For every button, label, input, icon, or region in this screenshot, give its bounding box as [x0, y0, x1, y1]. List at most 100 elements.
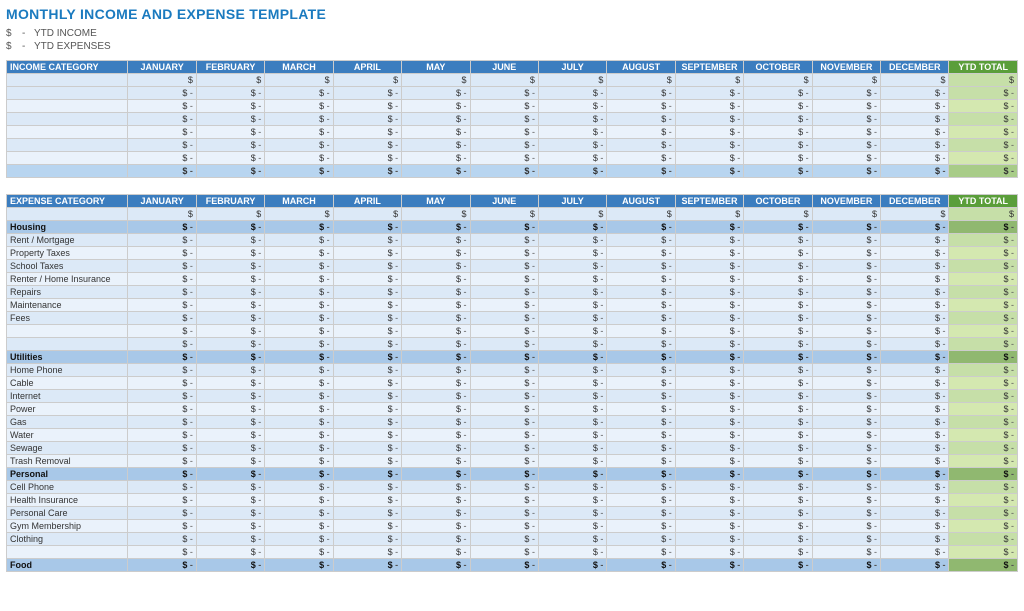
income-cell[interactable]: $ -: [196, 126, 264, 139]
income-cell[interactable]: $ -: [744, 100, 812, 113]
expense-cell[interactable]: $ -: [265, 390, 333, 403]
expense-cell[interactable]: $ -: [128, 299, 196, 312]
income-cell[interactable]: $ -: [812, 126, 880, 139]
expense-cell[interactable]: $ -: [744, 507, 812, 520]
expense-cell[interactable]: $ -: [675, 260, 743, 273]
expense-cell[interactable]: $ -: [402, 234, 470, 247]
expense-cell[interactable]: $ -: [744, 520, 812, 533]
expense-cell[interactable]: $ -: [607, 429, 675, 442]
expense-cell[interactable]: $ -: [333, 273, 401, 286]
income-ytd-cell[interactable]: $ -: [949, 139, 1018, 152]
expense-cell[interactable]: $ -: [881, 377, 949, 390]
expense-cell[interactable]: $ -: [675, 312, 743, 325]
expense-cell[interactable]: $ -: [402, 377, 470, 390]
expense-cell[interactable]: $ -: [538, 546, 606, 559]
income-cell[interactable]: $ -: [333, 126, 401, 139]
expense-cell[interactable]: $ -: [402, 286, 470, 299]
income-cell[interactable]: $ -: [538, 113, 606, 126]
expense-cell[interactable]: $ -: [265, 507, 333, 520]
expense-cell[interactable]: $ -: [333, 403, 401, 416]
expense-cell[interactable]: $ -: [402, 546, 470, 559]
expense-cell[interactable]: $ -: [881, 325, 949, 338]
income-cat-cell[interactable]: [7, 100, 128, 113]
expense-cell[interactable]: $ -: [607, 403, 675, 416]
expense-cell[interactable]: $ -: [333, 364, 401, 377]
income-cell[interactable]: $ -: [196, 152, 264, 165]
expense-cell[interactable]: $ -: [265, 273, 333, 286]
expense-cell[interactable]: $ -: [744, 247, 812, 260]
expense-cell[interactable]: $ -: [470, 299, 538, 312]
gym-membership-label[interactable]: Gym Membership: [7, 520, 128, 533]
expense-cell[interactable]: $ -: [675, 234, 743, 247]
expense-cell[interactable]: $ -: [128, 533, 196, 546]
expense-cell[interactable]: $ -: [402, 442, 470, 455]
income-cell[interactable]: $: [402, 74, 470, 87]
expense-cell[interactable]: $ -: [744, 338, 812, 351]
expense-cell[interactable]: $: [812, 208, 880, 221]
expense-cell[interactable]: $ -: [812, 507, 880, 520]
income-cell[interactable]: $ -: [196, 87, 264, 100]
expense-cell[interactable]: $ -: [607, 494, 675, 507]
expense-cell[interactable]: $ -: [744, 325, 812, 338]
expense-cell[interactable]: $ -: [607, 338, 675, 351]
expense-cell[interactable]: $ -: [128, 455, 196, 468]
expense-cell[interactable]: $ -: [538, 325, 606, 338]
expense-cell[interactable]: $ -: [607, 312, 675, 325]
income-cell[interactable]: $: [881, 74, 949, 87]
expense-cell[interactable]: $ -: [402, 403, 470, 416]
expense-cell[interactable]: $ -: [812, 234, 880, 247]
expense-cell[interactable]: $ -: [402, 312, 470, 325]
expense-cell[interactable]: $ -: [607, 299, 675, 312]
expense-cell[interactable]: $ -: [538, 364, 606, 377]
expense-cell[interactable]: $ -: [744, 455, 812, 468]
expense-cell[interactable]: $ -: [881, 299, 949, 312]
expense-cell[interactable]: $ -: [402, 416, 470, 429]
expense-cell[interactable]: $ -: [812, 416, 880, 429]
expense-cell[interactable]: $ -: [333, 312, 401, 325]
expense-cell[interactable]: $ -: [402, 533, 470, 546]
income-cell[interactable]: $: [538, 74, 606, 87]
expense-cell[interactable]: $: [881, 208, 949, 221]
expense-cell[interactable]: $ -: [744, 286, 812, 299]
expense-cell[interactable]: $ -: [538, 312, 606, 325]
expense-cell[interactable]: $ -: [470, 416, 538, 429]
expense-cell[interactable]: $ -: [675, 429, 743, 442]
expense-cell[interactable]: $ -: [538, 533, 606, 546]
power-label[interactable]: Power: [7, 403, 128, 416]
income-ytd-cell[interactable]: $ -: [949, 113, 1018, 126]
expense-cell[interactable]: $ -: [607, 507, 675, 520]
income-cell[interactable]: $ -: [744, 152, 812, 165]
expense-cell[interactable]: $ -: [812, 481, 880, 494]
expense-cell[interactable]: $ -: [538, 286, 606, 299]
expense-cell[interactable]: $ -: [812, 442, 880, 455]
expense-cell[interactable]: $ -: [196, 429, 264, 442]
expense-cell[interactable]: $ -: [607, 520, 675, 533]
income-ytd-cell[interactable]: $ -: [949, 126, 1018, 139]
expense-cell[interactable]: $ -: [128, 481, 196, 494]
expense-cell[interactable]: $ -: [128, 338, 196, 351]
expense-cell[interactable]: $ -: [196, 416, 264, 429]
expense-cell[interactable]: $: [470, 208, 538, 221]
expense-cell[interactable]: $ -: [470, 481, 538, 494]
expense-cell[interactable]: $ -: [265, 377, 333, 390]
expense-ytd-cell[interactable]: $ -: [949, 377, 1018, 390]
income-cell[interactable]: $ -: [675, 100, 743, 113]
expense-cell[interactable]: $ -: [675, 286, 743, 299]
income-cell[interactable]: $ -: [265, 113, 333, 126]
expense-cell[interactable]: $ -: [196, 533, 264, 546]
expense-cell[interactable]: $ -: [744, 390, 812, 403]
income-cell[interactable]: $ -: [470, 113, 538, 126]
expense-cell[interactable]: $ -: [333, 533, 401, 546]
income-cell[interactable]: $ -: [470, 126, 538, 139]
expense-ytd-cell[interactable]: $ -: [949, 234, 1018, 247]
expense-cell[interactable]: $ -: [675, 442, 743, 455]
expense-cell[interactable]: $ -: [470, 286, 538, 299]
expense-ytd-cell[interactable]: $ -: [949, 403, 1018, 416]
expense-cell[interactable]: $ -: [265, 546, 333, 559]
expense-cell[interactable]: $ -: [196, 403, 264, 416]
expense-cell[interactable]: $ -: [470, 234, 538, 247]
expense-cell[interactable]: $ -: [470, 364, 538, 377]
expense-ytd-cell[interactable]: $ -: [949, 494, 1018, 507]
expense-ytd-cell[interactable]: $ -: [949, 260, 1018, 273]
expense-cell[interactable]: $ -: [333, 546, 401, 559]
